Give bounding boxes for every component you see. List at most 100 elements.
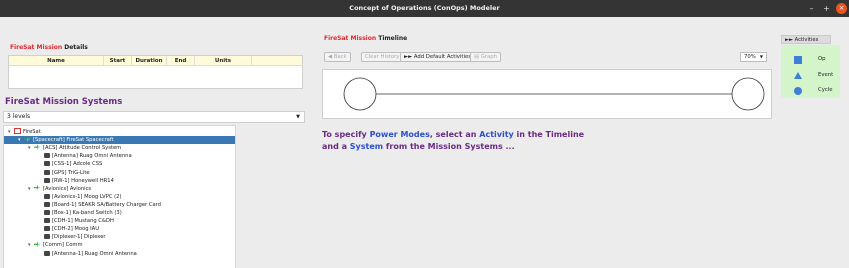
details-table-header: Name Start Duration End Units [9, 56, 302, 66]
chevron-down-icon: ▼ [296, 114, 300, 120]
tree-item-label: [CDH-1] Mustang C&DH [52, 218, 114, 225]
tree-item-label: [CDH-2] Moog IAU [52, 226, 100, 233]
device-icon [44, 153, 50, 159]
device-icon [44, 218, 50, 224]
tree-item-label: [ACS] Attitude Control System [43, 145, 122, 152]
instruction-line-2: and a System from the Mission Systems ..… [322, 141, 584, 153]
back-button-label: Back [333, 54, 347, 60]
instruction-text-part: from the Mission Systems ... [383, 142, 515, 151]
tree-item-label: [Box-1] Ka-band Switch (3) [52, 210, 122, 216]
device-icon [44, 193, 50, 199]
satellite-icon [34, 241, 41, 248]
levels-select[interactable]: 3 levels ▼ [3, 111, 305, 123]
device-icon [44, 201, 50, 207]
instruction-activity: Activity [479, 130, 514, 139]
instruction-text-part: , select an [429, 130, 480, 139]
window-title: Concept of Operations (ConOps) Modeler [349, 4, 500, 12]
palette-item-label: Event [818, 72, 834, 78]
satellite-icon [24, 136, 31, 143]
add-default-activities-button[interactable]: ►► Add Default Activities [400, 52, 475, 62]
circle-icon [794, 87, 802, 95]
expand-toggle-icon[interactable]: ▾ [28, 185, 34, 193]
device-icon [44, 210, 50, 215]
tree-item[interactable]: ▾ [Comm] Comm [28, 241, 83, 249]
clear-history-button[interactable]: Clear History [361, 52, 404, 62]
tree-item[interactable]: [Avionics-1] Moog LVPC (2) [38, 193, 121, 201]
tree-item[interactable]: [Diplexer-1] Diplexer [38, 233, 106, 241]
satellite-icon [34, 184, 41, 191]
graph-button-label: Graph [480, 54, 497, 60]
expand-toggle-icon[interactable]: ▾ [28, 241, 34, 249]
tree-item[interactable]: ▾ [ACS] Attitude Control System [28, 144, 121, 152]
device-icon [44, 169, 50, 175]
satellite-icon [34, 144, 41, 151]
timeline-title-mission: FireSat Mission [324, 35, 377, 42]
tree-item[interactable]: ▾ FireSat [8, 128, 41, 136]
timeline-start-node[interactable] [343, 77, 377, 111]
instruction-line-1: To specify Power Modes, select an Activi… [322, 129, 584, 141]
timeline-title-suffix: Timeline [376, 35, 408, 42]
details-title-suffix: Details [62, 44, 88, 51]
column-header-start[interactable]: Start [104, 56, 132, 65]
zoom-select[interactable]: 70% ▼ [740, 52, 767, 62]
tree-item[interactable]: [GPS] TriG-Lite [38, 169, 90, 177]
palette-item-op[interactable]: Op [781, 51, 840, 67]
column-header-units[interactable]: Units [195, 56, 252, 65]
tree-item-label: [RW-1] Honeywell HR14 [52, 177, 114, 184]
maximize-icon[interactable]: + [821, 3, 832, 14]
device-icon [44, 250, 50, 256]
zoom-value: 70% [744, 54, 756, 60]
timeline-canvas[interactable] [322, 69, 772, 119]
minimize-icon[interactable]: – [806, 3, 817, 14]
column-header-end[interactable]: End [167, 56, 195, 65]
tree-item-label: [Avionics] Avionics [43, 185, 92, 192]
instruction-text-part: and a [322, 142, 350, 151]
instruction-text-part: To specify [322, 130, 370, 139]
close-icon[interactable]: × [836, 3, 847, 14]
palette-item-label: Op [818, 56, 826, 62]
tree-item[interactable]: [Board-1] SEAKR SA/Battery Charger Card [38, 201, 161, 209]
palette-item-event[interactable]: Event [781, 67, 840, 83]
fast-forward-icon: ►► [785, 37, 795, 43]
tree-item[interactable]: [CDH-1] Mustang C&DH [38, 217, 114, 225]
tree-item[interactable]: [Antenna] Ruag Omni Antenna [38, 152, 132, 160]
instruction-text-part: in the Timeline [513, 130, 585, 139]
expand-toggle-icon[interactable]: ▾ [18, 136, 24, 144]
tree-item[interactable]: [CSS-1] Adcole CSS [38, 160, 102, 168]
add-default-activities-label: Add Default Activities [413, 54, 471, 60]
palette-item-label: Cycle [818, 87, 833, 93]
back-button[interactable]: ◀ Back [324, 52, 351, 62]
expand-toggle-icon[interactable]: ▾ [28, 144, 34, 152]
graph-icon: ▤ [474, 54, 481, 60]
instruction-text: To specify Power Modes, select an Activi… [322, 129, 584, 153]
tree-item-label: [Avionics-1] Moog LVPC (2) [52, 193, 122, 200]
palette-item-cycle[interactable]: Cycle [781, 82, 840, 98]
graph-button[interactable]: ▤ Graph [470, 52, 501, 62]
details-table: Name Start Duration End Units [8, 55, 303, 89]
root-icon [14, 128, 21, 134]
tree-item[interactable]: [Antenna-1] Ruag Omni Antenna [38, 250, 137, 258]
timeline-end-node[interactable] [731, 77, 765, 111]
column-header-duration[interactable]: Duration [132, 56, 167, 65]
tree-item[interactable]: [Box-1] Ka-band Switch (3) [38, 209, 122, 217]
tree-item-label: [Comm] Comm [43, 242, 83, 249]
tree-item-label: [Diplexer-1] Diplexer [52, 234, 106, 241]
tree-item[interactable]: ▾ [Avionics] Avionics [28, 184, 92, 193]
device-icon [44, 226, 50, 232]
tree-item-label: [CSS-1] Adcole CSS [52, 161, 103, 168]
tree-item-label: [GPS] TriG-Lite [52, 169, 90, 176]
triangle-icon [794, 72, 802, 79]
activities-palette-tab-label: Activities [794, 37, 819, 43]
tree-item[interactable]: ▾ [Spacecraft] FireSat Spacecraft [4, 136, 235, 145]
tree-item[interactable]: [CDH-2] Moog IAU [38, 225, 99, 233]
tree-item[interactable]: [RW-1] Honeywell HR14 [38, 177, 114, 185]
activities-palette-tab[interactable]: ►► Activities [781, 35, 831, 44]
device-icon [44, 161, 50, 167]
chevron-down-icon: ▼ [759, 54, 763, 59]
instruction-power-modes: Power Modes [369, 130, 430, 139]
column-header-name[interactable]: Name [9, 56, 104, 65]
fast-forward-icon: ►► [404, 54, 414, 60]
systems-tree[interactable]: ▾ FireSat ▾ [Spacecraft] FireSat Spacecraft… [3, 125, 236, 268]
window-titlebar: Concept of Operations (ConOps) Modeler –… [0, 0, 849, 17]
tree-item-label: [Antenna-1] Ruag Omni Antenna [52, 250, 137, 257]
